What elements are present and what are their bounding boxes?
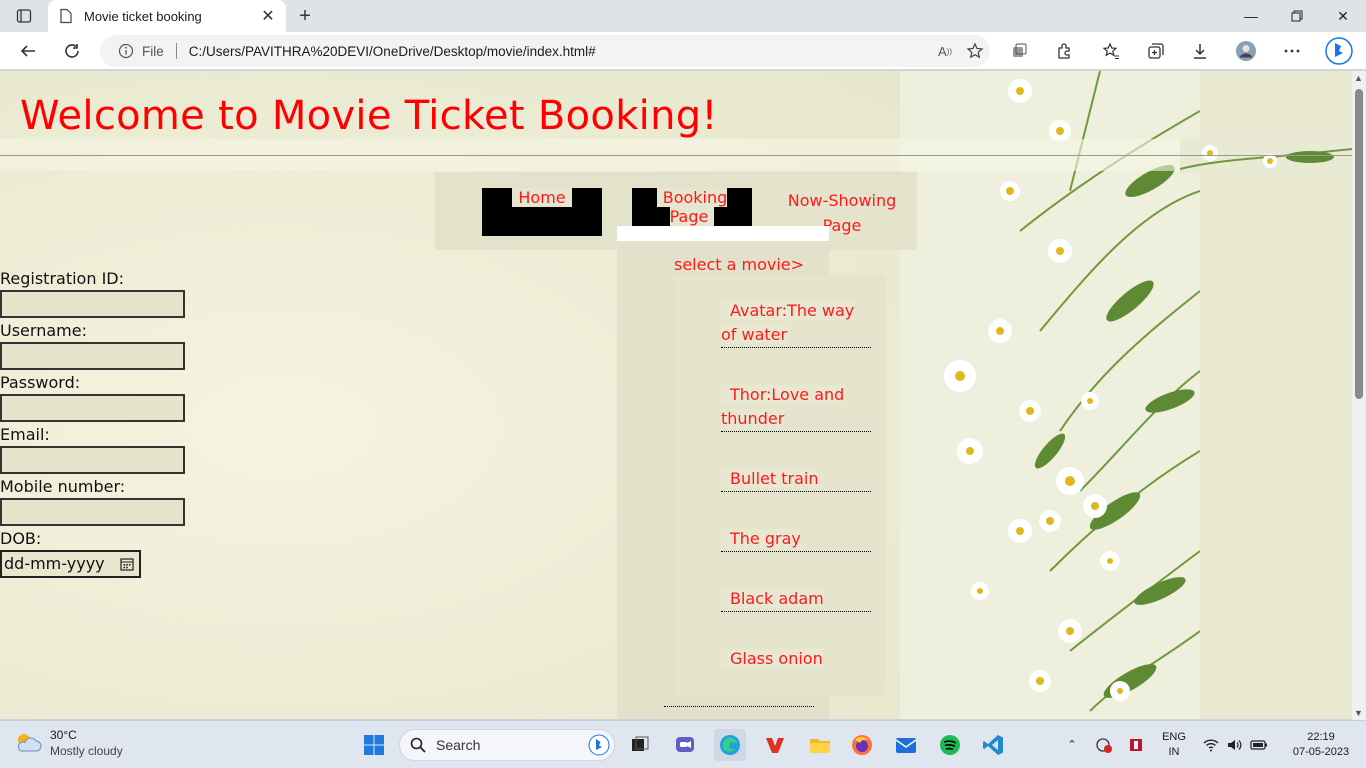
language-indicator[interactable]: ENG IN	[1157, 721, 1191, 768]
username-label: Username:	[0, 321, 87, 340]
restore-icon[interactable]	[1274, 0, 1320, 32]
address-bar[interactable]: File C:/Users/PAVITHRA%20DEVI/OneDrive/D…	[100, 35, 990, 67]
nav-home-button[interactable]: Home	[482, 188, 602, 236]
daisy-strip-image	[1180, 139, 1352, 173]
taskbar: 30°C Mostly cloudy Search ⌃ ENG IN 22:19…	[0, 720, 1366, 768]
new-tab-icon[interactable]: +	[292, 4, 318, 28]
refresh-icon[interactable]	[57, 36, 87, 66]
password-label: Password:	[0, 373, 81, 392]
page-scrollbar[interactable]: ▲ ▼	[1352, 71, 1366, 720]
office-icon[interactable]	[759, 729, 791, 761]
scroll-up-icon[interactable]: ▲	[1354, 73, 1363, 83]
file-scheme-label: File	[142, 43, 164, 59]
more-menu-icon[interactable]	[1277, 36, 1307, 66]
language-bottom: IN	[1168, 746, 1180, 758]
dropdown-bottom-divider	[664, 706, 814, 707]
favorites-icon[interactable]	[1096, 36, 1126, 66]
calendar-icon[interactable]	[120, 557, 134, 571]
movie-item[interactable]: Avatar:The way of water	[721, 299, 871, 348]
tray-overflow-icon[interactable]: ⌃	[1062, 721, 1082, 768]
mobile-input[interactable]	[0, 498, 185, 526]
mobile-label: Mobile number:	[0, 477, 126, 496]
search-label: Search	[436, 737, 481, 753]
header-divider	[0, 155, 1352, 156]
tab-title: Movie ticket booking	[84, 8, 202, 24]
vscode-icon[interactable]	[977, 729, 1009, 761]
cloud-sun-icon	[17, 734, 42, 752]
close-tab-icon[interactable]: ✕	[260, 8, 276, 25]
clock[interactable]: 22:19 07-05-2023	[1286, 721, 1356, 768]
tab-actions-icon[interactable]	[8, 4, 40, 28]
close-window-icon[interactable]: ✕	[1320, 0, 1366, 32]
tab-strip: Movie ticket booking ✕ + — ✕	[0, 0, 1366, 32]
collections-icon[interactable]	[1141, 36, 1171, 66]
browser-tab[interactable]: Movie ticket booking ✕	[48, 0, 286, 32]
collections-split-icon[interactable]	[1004, 36, 1034, 66]
page-title: Welcome to Movie Ticket Booking!	[20, 93, 718, 139]
scroll-down-icon[interactable]: ▼	[1354, 708, 1363, 718]
teams-chat-icon[interactable]	[669, 729, 701, 761]
firefox-icon[interactable]	[846, 729, 878, 761]
registration-id-input[interactable]	[0, 290, 185, 318]
language-top: ENG	[1162, 731, 1186, 743]
search-icon	[410, 737, 426, 753]
edge-icon[interactable]	[714, 729, 746, 761]
browser-toolbar: File C:/Users/PAVITHRA%20DEVI/OneDrive/D…	[0, 32, 1366, 70]
profile-avatar[interactable]	[1231, 36, 1261, 66]
weather-widget[interactable]: 30°C Mostly cloudy	[14, 727, 123, 759]
start-icon[interactable]	[358, 729, 390, 761]
bing-icon	[588, 734, 610, 756]
dob-input[interactable]: dd-mm-yyyy	[0, 550, 141, 578]
back-icon[interactable]	[13, 36, 43, 66]
info-icon[interactable]	[118, 43, 134, 59]
movie-item[interactable]: Black adam	[721, 587, 871, 612]
volume-icon[interactable]	[1224, 721, 1246, 768]
username-input[interactable]	[0, 342, 185, 370]
bing-copilot-icon[interactable]	[1322, 36, 1356, 66]
tray-app-icon[interactable]	[1092, 721, 1116, 768]
page-icon	[58, 8, 74, 24]
address-separator	[175, 43, 177, 59]
clock-date: 07-05-2023	[1292, 746, 1350, 758]
dob-placeholder: dd-mm-yyyy	[4, 554, 105, 573]
select-movie-label[interactable]: select a movie>	[674, 255, 804, 274]
spotify-icon[interactable]	[934, 729, 966, 761]
movie-item[interactable]: Thor:Love and thunder	[721, 383, 871, 432]
url-text[interactable]: C:/Users/PAVITHRA%20DEVI/OneDrive/Deskto…	[189, 44, 930, 59]
task-view-icon[interactable]	[624, 729, 656, 761]
nav-home-label: Home	[512, 188, 572, 207]
extensions-icon[interactable]	[1049, 36, 1079, 66]
downloads-icon[interactable]	[1185, 36, 1215, 66]
clock-time: 22:19	[1307, 731, 1335, 743]
nav-booking-label: Booking Page	[656, 188, 728, 226]
movie-item[interactable]: Bullet train	[721, 467, 871, 492]
movie-item[interactable]: The gray	[721, 527, 871, 552]
weather-temperature: 30°C	[50, 728, 77, 742]
wifi-icon[interactable]	[1200, 721, 1222, 768]
weather-condition: Mostly cloudy	[50, 744, 123, 758]
dob-label: DOB:	[0, 529, 42, 548]
movie-item[interactable]: Glass onion	[721, 647, 871, 671]
battery-icon[interactable]	[1248, 721, 1270, 768]
email-label: Email:	[0, 425, 50, 444]
dropdown-top-bar	[617, 226, 829, 241]
read-aloud-icon[interactable]: A))	[930, 36, 960, 66]
file-explorer-icon[interactable]	[804, 729, 836, 761]
page-viewport: Welcome to Movie Ticket Booking! Home Bo…	[0, 71, 1352, 719]
minimize-icon[interactable]: —	[1228, 0, 1274, 32]
password-input[interactable]	[0, 394, 185, 422]
registration-id-label: Registration ID:	[0, 269, 124, 288]
email-input[interactable]	[0, 446, 185, 474]
mail-icon[interactable]	[890, 729, 922, 761]
taskbar-search[interactable]: Search	[399, 729, 615, 761]
scroll-thumb[interactable]	[1355, 89, 1363, 399]
add-favorite-icon[interactable]	[960, 36, 990, 66]
tray-security-icon[interactable]	[1124, 721, 1148, 768]
